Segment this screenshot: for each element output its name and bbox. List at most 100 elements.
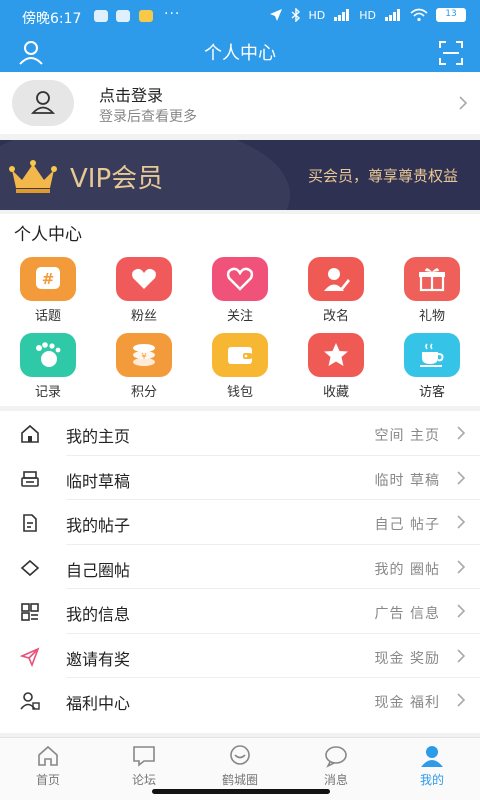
grid-item-points[interactable]: ¥ 积分: [96, 333, 192, 403]
menu-item-title: 邀请有奖: [66, 649, 131, 669]
menu-item-info[interactable]: 我的信息 广告 信息: [0, 589, 480, 634]
avatar-person-icon: [30, 91, 56, 114]
menu-item-title: 我的帖子: [66, 516, 131, 535]
menu-list: 我的主页 空间 主页 临时草稿 临时 草稿 我的帖子 自己 帖子 自己圈帖 我的…: [0, 411, 480, 733]
grid-item-topic[interactable]: # 话题: [0, 257, 96, 327]
grid-item-label: 收藏: [322, 385, 349, 400]
home-icon: [21, 424, 39, 443]
more-notifications-icon: ···: [164, 6, 181, 22]
section-heading: 个人中心: [14, 225, 82, 245]
home-indicator[interactable]: [152, 789, 330, 794]
chevron-right-icon: [459, 96, 468, 110]
grid-item-label: 礼物: [418, 309, 445, 324]
coins-icon: ¥: [116, 333, 172, 377]
grid-item-label: 积分: [130, 385, 157, 400]
screen: 傍晚6:17 ··· HD HD 13 个人中心 点击登录 登录后查看更多 VI…: [0, 0, 480, 800]
message-icon: [325, 746, 347, 768]
gift-icon: [404, 257, 460, 301]
grid-item-label: 记录: [34, 385, 61, 400]
tab-home[interactable]: 首页: [0, 742, 96, 792]
grid-icon: [21, 603, 39, 621]
menu-item-circle-posts[interactable]: 自己圈帖 我的 圈帖: [0, 545, 480, 589]
mail-notification-icon: [139, 10, 153, 22]
status-bar: 傍晚6:17 ··· HD HD 13: [0, 0, 480, 34]
diamond-icon: [20, 559, 40, 576]
menu-item-extra: 空间 主页: [374, 428, 440, 444]
tab-label: 论坛: [131, 773, 156, 787]
vip-label: VIP会员: [70, 164, 164, 194]
cup-icon: [404, 333, 460, 377]
grid-item-favorites[interactable]: 收藏: [288, 333, 384, 403]
grid-item-label: 改名: [322, 309, 349, 324]
grid-item-wallet[interactable]: 钱包: [192, 333, 288, 403]
login-title[interactable]: 点击登录: [99, 82, 163, 106]
menu-item-invite[interactable]: 邀请有奖 现金 奖励: [0, 634, 480, 678]
menu-item-drafts[interactable]: 临时草稿 临时 草稿: [0, 456, 480, 500]
grid-item-visitors[interactable]: 访客: [384, 333, 480, 403]
grid-item-gift[interactable]: 礼物: [384, 257, 480, 327]
svg-text:#: #: [42, 270, 55, 288]
location-icon: [269, 9, 282, 21]
wifi-icon: [410, 8, 428, 22]
tab-label: 我的: [419, 773, 444, 787]
login-subtitle: 登录后查看更多: [99, 109, 197, 125]
menu-item-extra: 自己 帖子: [374, 517, 440, 533]
battery-icon: 13: [436, 8, 466, 22]
menu-item-extra: 现金 奖励: [374, 650, 440, 667]
status-time: 傍晚6:17: [22, 11, 82, 27]
menu-item-welfare[interactable]: 福利中心 现金 福利: [0, 678, 480, 723]
network-label: HD: [308, 8, 326, 22]
star-icon: [308, 333, 364, 377]
grid-item-label: 访客: [418, 385, 445, 400]
menu-item-title: 自己圈帖: [66, 560, 131, 580]
menu-item-posts[interactable]: 我的帖子 自己 帖子: [0, 500, 480, 545]
tab-circle[interactable]: 鹤城圈: [192, 742, 288, 792]
tab-messages[interactable]: 消息: [288, 742, 384, 792]
grid-item-label: 关注: [226, 309, 253, 324]
hash-icon: #: [20, 257, 76, 301]
chevron-right-icon: [457, 470, 466, 485]
heart-icon: [212, 257, 268, 301]
avatar[interactable]: [12, 80, 74, 126]
tab-label: 消息: [323, 773, 348, 787]
grid-item-rename[interactable]: 改名: [288, 257, 384, 327]
signal-icon-2: [385, 9, 400, 21]
menu-item-title: 临时草稿: [66, 471, 131, 491]
grid-item-follow[interactable]: 关注: [192, 257, 288, 327]
tab-forum[interactable]: 论坛: [96, 742, 192, 792]
menu-item-homepage[interactable]: 我的主页 空间 主页: [0, 411, 480, 456]
bluetooth-icon: [291, 8, 300, 22]
chevron-right-icon: [457, 648, 466, 663]
menu-item-title: 福利中心: [66, 694, 131, 713]
network-label-2: HD: [359, 8, 376, 22]
vip-banner[interactable]: VIP会员 买会员，尊享尊贵权益: [0, 140, 480, 210]
menu-item-extra: 临时 草稿: [374, 472, 440, 489]
chevron-right-icon: [457, 426, 466, 440]
grid-item-records[interactable]: 记录: [0, 333, 96, 403]
crown-icon: [9, 160, 57, 193]
grid-item-fans[interactable]: + 粉丝: [96, 257, 192, 327]
tab-mine[interactable]: 我的: [384, 742, 480, 792]
svg-text:¥: ¥: [141, 352, 146, 361]
wallet-icon: [212, 333, 268, 377]
grid-item-label: 钱包: [226, 385, 253, 400]
menu-item-title: 我的信息: [66, 605, 131, 624]
vip-slogan: 买会员，尊享尊贵权益: [307, 167, 458, 185]
tab-label: 首页: [35, 773, 60, 787]
header: 个人中心: [0, 34, 480, 72]
status-right: HD HD 13: [269, 8, 466, 22]
page-title: 个人中心: [204, 43, 276, 64]
chevron-right-icon: [457, 604, 466, 618]
menu-item-extra: 我的 圈帖: [374, 561, 440, 578]
tab-label: 鹤城圈: [221, 773, 258, 787]
circle-chat-icon: [230, 745, 250, 765]
grid-item-label: 话题: [34, 309, 61, 324]
login-card[interactable]: 点击登录 登录后查看更多: [0, 72, 480, 134]
user-gift-icon: [20, 692, 40, 710]
menu-item-extra: 广告 信息: [374, 606, 440, 622]
person-icon: [421, 746, 443, 767]
notification-icon: [94, 10, 108, 22]
menu-item-extra: 现金 福利: [374, 695, 440, 711]
scan-icon[interactable]: [436, 38, 466, 68]
svg-text:+: +: [151, 281, 158, 292]
